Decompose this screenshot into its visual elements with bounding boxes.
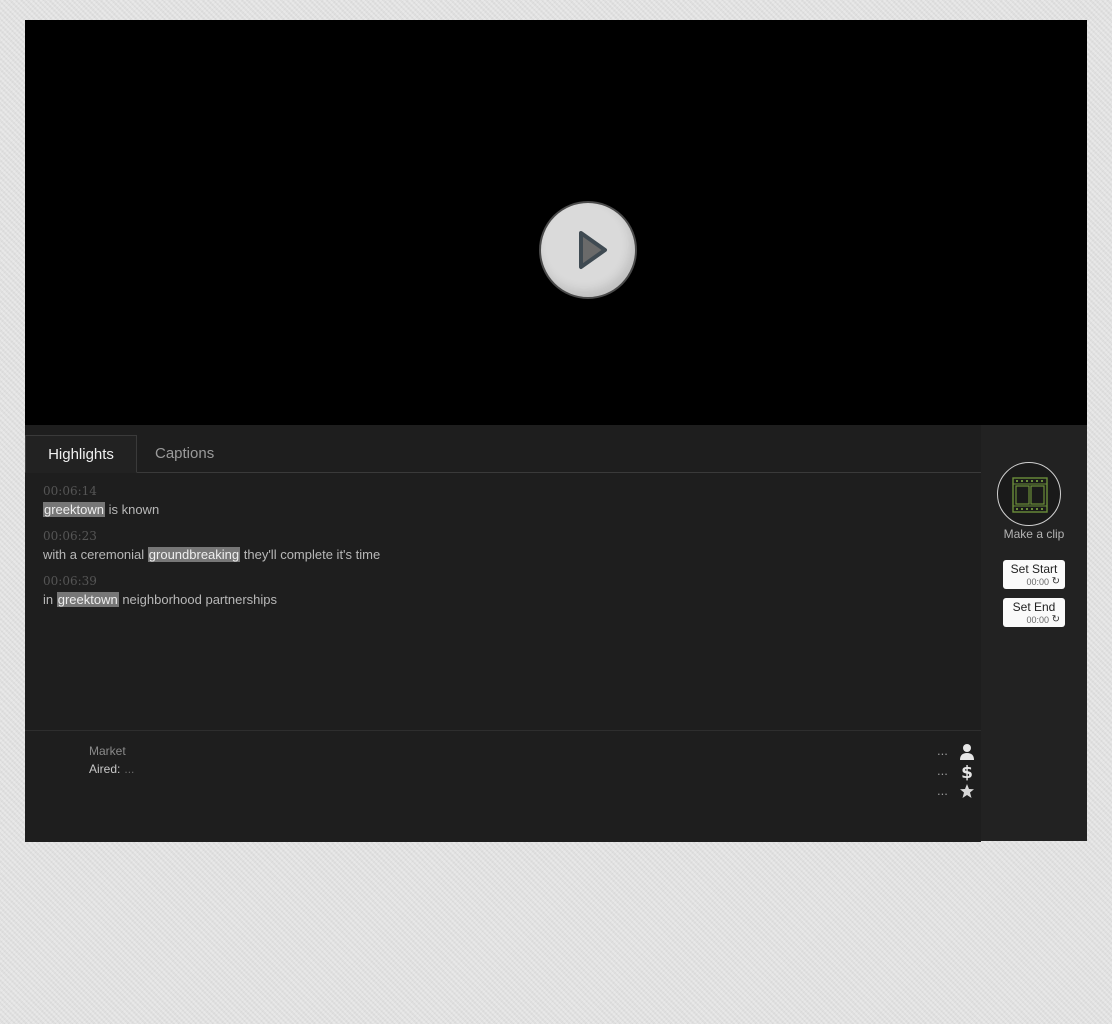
rating-stat: ... [937, 783, 977, 801]
market-label: Market [89, 744, 126, 758]
caption-text-after: is known [104, 502, 160, 517]
person-icon [960, 744, 974, 760]
audience-stat: ... [937, 743, 977, 761]
caption-item: 00:06:39 in greektown neighborhood partn… [43, 573, 943, 618]
transcript-panel: Highlights Captions 00:06:14 greektown i… [25, 425, 981, 842]
caption-text: in greektown neighborhood partnerships [43, 592, 943, 618]
tab-bar: Highlights Captions [25, 435, 981, 473]
caption-item: 00:06:14 greektown is known [43, 483, 943, 528]
caption-text: greektown is known [43, 502, 943, 528]
set-end-button[interactable]: Set End 00:00 ↻ [1003, 598, 1065, 627]
caption-highlight: greektown [56, 592, 119, 607]
caption-text: with a ceremonial groundbreaking they'll… [43, 547, 943, 573]
tab-highlights[interactable]: Highlights [25, 435, 137, 473]
value-value: ... [937, 763, 948, 778]
play-icon [579, 231, 607, 269]
video-player-card: Highlights Captions 00:06:14 greektown i… [25, 20, 1087, 842]
set-start-button[interactable]: Set Start 00:00 ↻ [1003, 560, 1065, 589]
aired-label: Aired: [89, 762, 121, 776]
set-end-label: Set End [1012, 600, 1056, 614]
caption-text-after: they'll complete it's time [240, 547, 381, 562]
set-end-time: 00:00 [1026, 615, 1049, 625]
dollar-icon: $ [961, 763, 973, 781]
star-icon [960, 784, 974, 798]
caption-timestamp[interactable]: 00:06:14 [43, 483, 943, 503]
make-clip-button[interactable] [997, 462, 1061, 526]
caption-timestamp[interactable]: 00:06:23 [43, 528, 943, 548]
caption-item: 00:06:23 with a ceremonial groundbreakin… [43, 528, 943, 573]
film-strip-icon [1012, 477, 1048, 513]
video-area[interactable] [25, 20, 1087, 425]
caption-highlight: groundbreaking [147, 547, 241, 562]
metadata-bar: Market Aired:... ... ... $ ... [25, 730, 981, 842]
reset-end-icon[interactable]: ↻ [1052, 614, 1060, 625]
caption-text-before: with a ceremonial [43, 547, 148, 562]
aired-row: Aired:... [89, 762, 134, 776]
caption-text-after: neighborhood partnerships [118, 592, 277, 607]
play-button[interactable] [539, 201, 637, 299]
rating-value: ... [937, 783, 948, 798]
reset-start-icon[interactable]: ↻ [1052, 576, 1060, 587]
audience-value: ... [937, 743, 948, 758]
caption-list: 00:06:14 greektown is known 00:06:23 wit… [43, 483, 943, 618]
set-start-label: Set Start [1010, 562, 1058, 576]
caption-timestamp[interactable]: 00:06:39 [43, 573, 943, 593]
caption-highlight: greektown [43, 502, 105, 517]
set-start-time: 00:00 [1026, 577, 1049, 587]
caption-text-before: in [43, 592, 57, 607]
lower-panel: Highlights Captions 00:06:14 greektown i… [25, 425, 1087, 842]
value-stat: ... $ [937, 763, 977, 781]
clip-panel: Make a clip Set Start 00:00 ↻ Set End 00… [981, 425, 1087, 841]
make-clip-label[interactable]: Make a clip [981, 527, 1087, 541]
tab-captions[interactable]: Captions [155, 435, 214, 472]
aired-value: ... [124, 762, 135, 776]
svg-text:$: $ [961, 763, 973, 781]
